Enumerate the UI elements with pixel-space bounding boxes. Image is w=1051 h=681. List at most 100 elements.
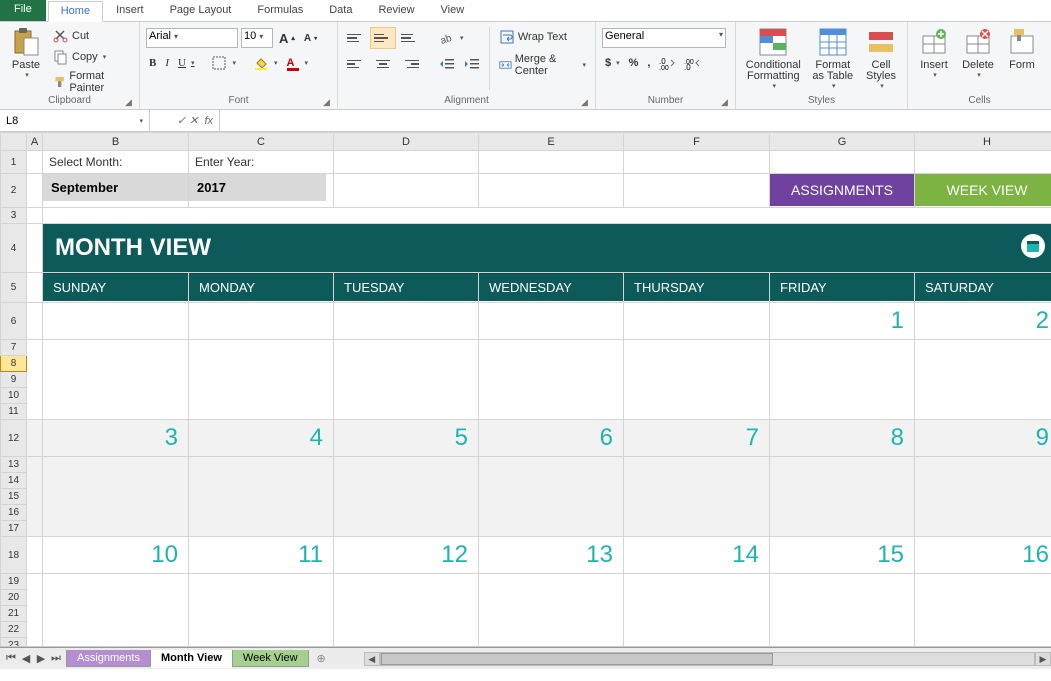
align-middle-button[interactable] — [371, 28, 395, 48]
col-B[interactable]: B — [43, 133, 189, 151]
align-right-button[interactable] — [398, 54, 422, 74]
font-name-select[interactable]: Arial▾ — [146, 28, 238, 48]
row-8[interactable]: 8 — [1, 356, 27, 372]
row-9[interactable]: 9 — [1, 372, 27, 388]
fill-color-button[interactable]: ▾ — [250, 54, 281, 72]
spreadsheet-grid[interactable]: A B C D E F G H 1 Select Month: Enter Ye… — [0, 132, 1051, 647]
row-7[interactable]: 7 — [1, 340, 27, 356]
bold-button[interactable]: B — [146, 56, 159, 70]
row-17[interactable]: 17 — [1, 521, 27, 537]
cal-cell[interactable] — [43, 303, 188, 311]
last-sheet-icon[interactable]: ⏭ — [49, 652, 63, 665]
decrease-font-button[interactable]: A▾ — [301, 32, 320, 45]
scroll-left-icon[interactable]: ◀ — [364, 652, 380, 666]
increase-indent-button[interactable] — [461, 55, 483, 73]
col-A[interactable]: A — [27, 133, 43, 151]
row-23[interactable]: 23 — [1, 638, 27, 648]
row-2[interactable]: 2 — [1, 174, 27, 208]
cal-cell[interactable]: 5 — [334, 420, 478, 456]
row-15[interactable]: 15 — [1, 489, 27, 505]
tab-formulas[interactable]: Formulas — [244, 0, 316, 21]
tab-page-layout[interactable]: Page Layout — [157, 0, 245, 21]
number-format-select[interactable]: General▾ — [602, 28, 726, 48]
row-13[interactable]: 13 — [1, 457, 27, 473]
row-6[interactable]: 6 — [1, 303, 27, 340]
format-as-table-button[interactable]: Format as Table▾ — [809, 24, 857, 93]
wrap-text-button[interactable]: Wrap Text — [496, 28, 589, 46]
prev-sheet-icon[interactable]: ◀ — [19, 652, 33, 665]
col-H[interactable]: H — [915, 133, 1051, 151]
cal-cell[interactable]: 2 — [915, 303, 1051, 339]
name-box[interactable]: L8▾ — [0, 110, 150, 131]
row-16[interactable]: 16 — [1, 505, 27, 521]
merge-center-button[interactable]: Merge & Center▾ — [496, 52, 589, 78]
col-D[interactable]: D — [334, 133, 479, 151]
col-C[interactable]: C — [189, 133, 334, 151]
font-color-button[interactable]: A▾ — [284, 55, 311, 72]
align-top-button[interactable] — [344, 28, 368, 48]
cal-cell[interactable] — [189, 303, 333, 311]
increase-font-button[interactable]: A▴ — [276, 30, 298, 47]
col-G[interactable]: G — [770, 133, 915, 151]
tab-file[interactable]: File — [0, 0, 46, 21]
first-sheet-icon[interactable]: ⏮ — [4, 652, 18, 665]
comma-button[interactable]: , — [644, 56, 653, 70]
conditional-formatting-button[interactable]: Conditional Formatting▾ — [742, 24, 805, 93]
column-headers[interactable]: A B C D E F G H — [1, 133, 1051, 151]
tab-data[interactable]: Data — [316, 0, 365, 21]
dialog-launcher-icon[interactable]: ◢ — [125, 97, 135, 107]
select-all-corner[interactable] — [1, 133, 27, 151]
cal-cell[interactable]: 15 — [770, 537, 914, 573]
row-3[interactable]: 3 — [1, 208, 27, 224]
row-4[interactable]: 4 — [1, 224, 27, 273]
cut-button[interactable]: Cut — [50, 27, 133, 45]
new-sheet-button[interactable]: ⊕ — [309, 652, 334, 665]
decrease-decimal-button[interactable]: .00.0 — [681, 54, 703, 72]
tab-review[interactable]: Review — [365, 0, 427, 21]
percent-button[interactable]: % — [626, 56, 642, 70]
delete-cells-button[interactable]: Delete▾ — [958, 24, 998, 93]
increase-decimal-button[interactable]: .0.00 — [656, 54, 678, 72]
cal-cell[interactable]: 1 — [770, 303, 914, 339]
cal-cell[interactable]: 11 — [189, 537, 333, 573]
cal-cell[interactable]: 3 — [43, 420, 188, 456]
row-19[interactable]: 19 — [1, 574, 27, 590]
sheet-tab-week-view[interactable]: Week View — [232, 650, 309, 667]
row-12[interactable]: 12 — [1, 420, 27, 457]
fx-button[interactable]: ✓ ✕ fx — [150, 110, 220, 131]
dialog-launcher-icon[interactable]: ◢ — [581, 97, 591, 107]
underline-button[interactable]: U▾ — [175, 56, 197, 70]
row-21[interactable]: 21 — [1, 606, 27, 622]
week-view-button[interactable]: WEEK VIEW — [915, 174, 1051, 206]
row-14[interactable]: 14 — [1, 473, 27, 489]
align-center-button[interactable] — [371, 54, 395, 74]
year-input[interactable]: 2017 — [189, 174, 326, 201]
tab-insert[interactable]: Insert — [103, 0, 157, 21]
scroll-right-icon[interactable]: ▶ — [1035, 652, 1051, 666]
sheet-tab-assignments[interactable]: Assignments — [66, 650, 151, 667]
row-11[interactable]: 11 — [1, 404, 27, 420]
cal-cell[interactable]: 16 — [915, 537, 1051, 573]
cal-cell[interactable] — [334, 303, 478, 311]
align-bottom-button[interactable] — [398, 28, 422, 48]
row-10[interactable]: 10 — [1, 388, 27, 404]
format-painter-button[interactable]: Format Painter — [50, 69, 133, 95]
row-18[interactable]: 18 — [1, 537, 27, 574]
dialog-launcher-icon[interactable]: ◢ — [323, 97, 333, 107]
font-size-select[interactable]: 10▾ — [241, 28, 273, 48]
cal-cell[interactable]: 4 — [189, 420, 333, 456]
sheet-tab-month-view[interactable]: Month View — [150, 650, 233, 668]
horizontal-scrollbar[interactable]: ◀ ▶ — [364, 652, 1051, 666]
tab-nav-arrows[interactable]: ⏮ ◀ ▶ ⏭ — [0, 652, 67, 665]
cal-cell[interactable]: 10 — [43, 537, 188, 573]
row-20[interactable]: 20 — [1, 590, 27, 606]
copy-button[interactable]: Copy▾ — [50, 48, 133, 66]
cal-cell[interactable]: 12 — [334, 537, 478, 573]
row-22[interactable]: 22 — [1, 622, 27, 638]
tab-view[interactable]: View — [428, 0, 478, 21]
paste-button[interactable]: Paste▾ — [6, 24, 46, 95]
decrease-indent-button[interactable] — [436, 55, 458, 73]
cal-cell[interactable] — [479, 303, 623, 311]
align-left-button[interactable] — [344, 54, 368, 74]
row-5[interactable]: 5 — [1, 273, 27, 303]
